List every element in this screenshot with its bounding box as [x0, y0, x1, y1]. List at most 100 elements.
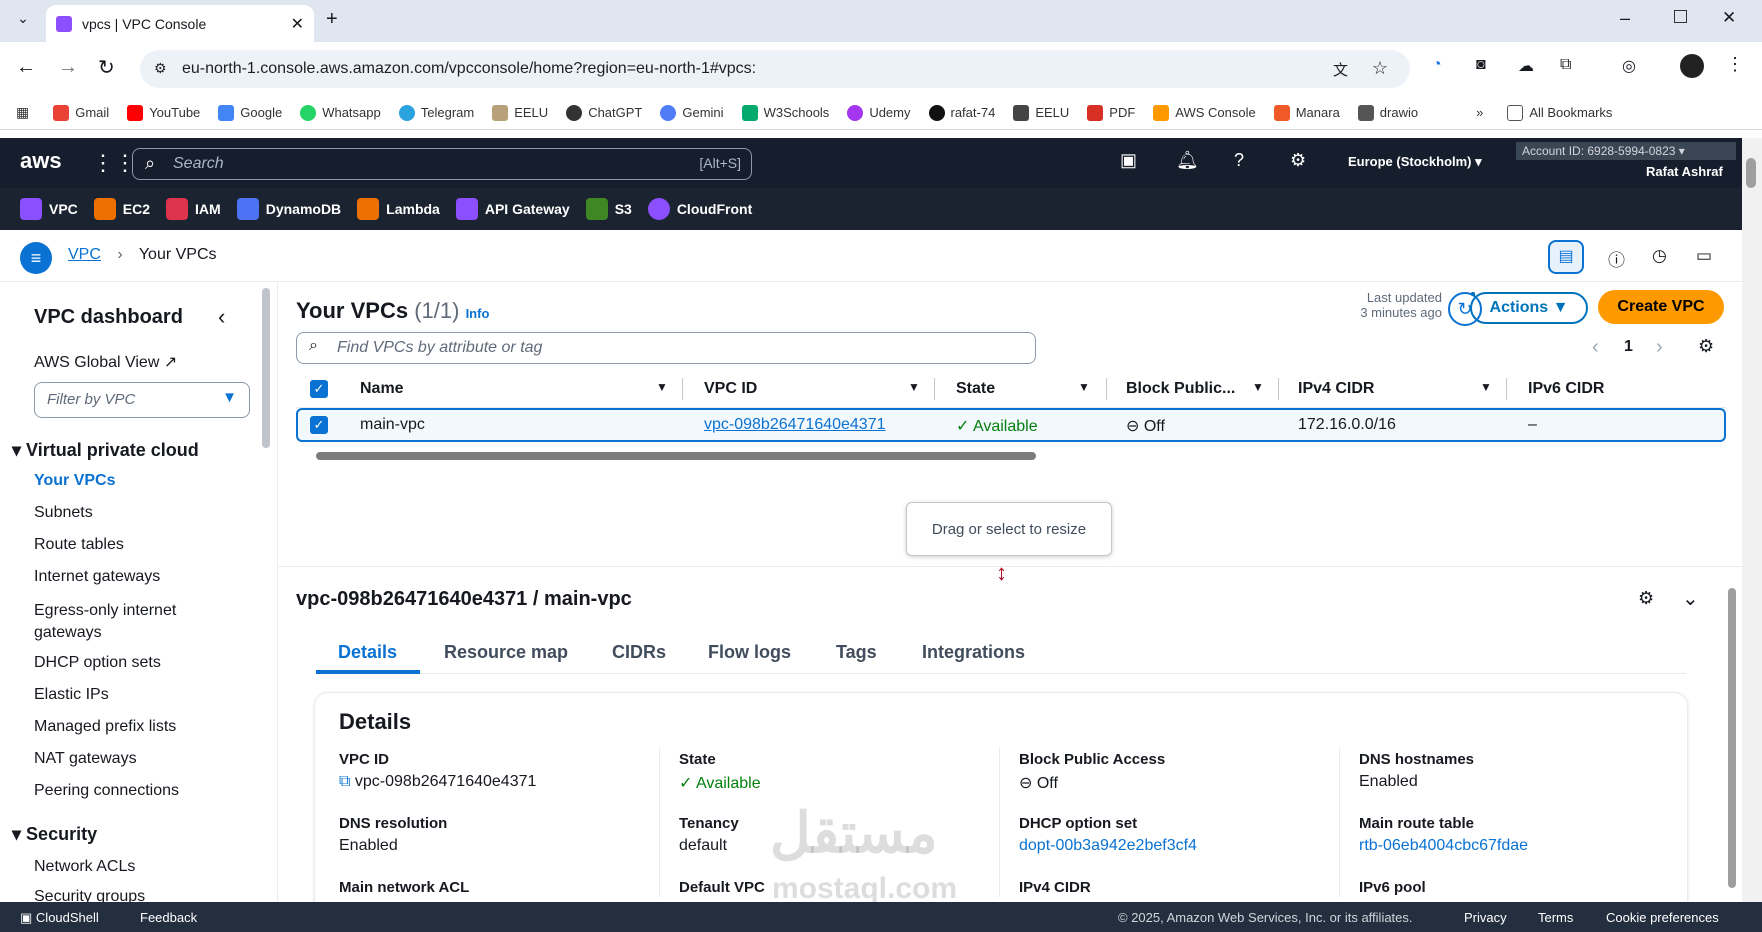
minimize-icon[interactable]: –	[1620, 8, 1630, 29]
sidebar-scrollbar[interactable]	[262, 288, 270, 448]
bookmark-pdf[interactable]: PDF	[1087, 104, 1135, 121]
filter-by-vpc-select[interactable]: Filter by VPC ▼	[34, 382, 250, 418]
aws-logo[interactable]: aws	[20, 148, 62, 174]
sidebar-title[interactable]: VPC dashboard	[34, 306, 183, 329]
vpc-id-link[interactable]: vpc-098b26471640e4371	[704, 416, 886, 434]
feedback-screen-icon[interactable]: ▭	[1696, 246, 1712, 266]
settings-icon[interactable]: ⚙	[1290, 150, 1306, 171]
col-ipv6-cidr[interactable]: IPv6 CIDR	[1528, 380, 1604, 398]
all-bookmarks[interactable]: All Bookmarks	[1507, 104, 1612, 121]
services-grid-icon[interactable]: ⋮⋮	[92, 150, 136, 176]
menu-toggle-icon[interactable]: ≡	[20, 242, 52, 274]
service-iam[interactable]: IAM	[166, 198, 221, 220]
info-link[interactable]: Info	[466, 306, 490, 321]
service-vpc[interactable]: VPC	[20, 198, 78, 220]
tab-cidrs[interactable]: CIDRs	[612, 642, 666, 663]
sort-icon[interactable]: ▼	[1252, 380, 1264, 394]
bookmark-gemini[interactable]: Gemini	[660, 104, 724, 121]
collapse-panel-icon[interactable]: ⌄	[1682, 586, 1699, 611]
notifications-icon[interactable]: 🔔︎	[1176, 150, 1199, 171]
find-vpcs-input[interactable]: ⌕ Find VPCs by attribute or tag	[296, 332, 1036, 364]
aws-search-input[interactable]: ⌕ Search [Alt+S]	[132, 148, 752, 180]
service-cloudfront[interactable]: CloudFront	[647, 198, 752, 220]
tab-tags[interactable]: Tags	[836, 642, 877, 663]
bookmark-gmail[interactable]: Gmail	[53, 104, 109, 121]
bookmark-google[interactable]: Google	[218, 104, 282, 121]
create-vpc-button[interactable]: Create VPC	[1598, 290, 1724, 324]
section-security[interactable]: ▾ Security	[12, 824, 97, 845]
split-divider[interactable]	[278, 566, 1742, 567]
profile-avatar[interactable]	[1680, 54, 1704, 78]
tab-details[interactable]: Details	[338, 642, 397, 663]
sort-icon[interactable]: ▼	[1480, 380, 1492, 394]
tab-flow-logs[interactable]: Flow logs	[708, 642, 791, 663]
browser-menu-icon[interactable]: ⋮	[1726, 54, 1744, 75]
account-id[interactable]: Account ID: 6928-5994-0823 ▾	[1516, 142, 1736, 160]
terms-link[interactable]: Terms	[1538, 910, 1573, 925]
service-ec2[interactable]: EC2	[93, 198, 150, 220]
table-preferences-icon[interactable]: ⚙	[1698, 336, 1714, 357]
sort-icon[interactable]: ▼	[656, 380, 668, 394]
cookie-preferences-link[interactable]: Cookie preferences	[1606, 910, 1719, 925]
help-icon[interactable]: ?	[1234, 150, 1244, 171]
forward-icon[interactable]: →	[58, 56, 78, 79]
maximize-icon[interactable]	[1674, 10, 1687, 23]
close-window-icon[interactable]: ✕	[1722, 8, 1736, 28]
service-s3[interactable]: S3	[585, 198, 632, 220]
bookmark-youtube[interactable]: YouTube	[127, 104, 200, 121]
translate-icon[interactable]: 文	[1333, 59, 1348, 80]
bookmark-telegram[interactable]: Telegram	[398, 104, 474, 121]
browser-tab[interactable]: vpcs | VPC Console ✕	[46, 5, 314, 42]
bookmark-whatsapp[interactable]: Whatsapp	[300, 104, 381, 121]
user-name[interactable]: Rafat Ashraf	[1646, 164, 1723, 179]
service-lambda[interactable]: Lambda	[357, 198, 440, 220]
scrollbar-thumb[interactable]	[1746, 158, 1756, 188]
bookmark-drawio[interactable]: drawio	[1357, 104, 1418, 121]
reload-icon[interactable]: ↻	[98, 55, 115, 80]
sidebar-item-route-tables[interactable]: Route tables	[34, 536, 124, 554]
bookmark-chatgpt[interactable]: ChatGPT	[566, 104, 642, 121]
aws-global-view-link[interactable]: AWS Global View ↗	[34, 352, 177, 372]
close-tab-icon[interactable]: ✕	[291, 14, 304, 34]
new-tab-icon[interactable]: +	[326, 8, 338, 31]
section-virtual-private-cloud[interactable]: ▾ Virtual private cloud	[12, 440, 199, 461]
bookmark-github[interactable]: rafat-74	[928, 104, 995, 121]
tab-integrations[interactable]: Integrations	[922, 642, 1025, 663]
site-info-icon[interactable]: ⚙	[154, 60, 167, 77]
col-ipv4-cidr[interactable]: IPv4 CIDR	[1298, 380, 1374, 398]
row-checkbox[interactable]: ✓	[310, 416, 328, 434]
bookmark-w3schools[interactable]: W3Schools	[741, 104, 829, 121]
service-api-gateway[interactable]: API Gateway	[455, 198, 570, 220]
privacy-link[interactable]: Privacy	[1464, 910, 1507, 925]
cloudshell-link[interactable]: ▣ CloudShell	[20, 910, 99, 926]
page-scrollbar[interactable]	[1742, 138, 1762, 902]
col-state[interactable]: State	[956, 380, 995, 398]
breadcrumb-vpc-link[interactable]: VPC	[68, 246, 101, 263]
next-page-icon[interactable]: ›	[1656, 336, 1663, 359]
col-block-public[interactable]: Block Public...	[1126, 380, 1235, 398]
apps-grid-icon[interactable]: ▦	[16, 104, 29, 121]
cloud-icon[interactable]: ☁	[1518, 56, 1534, 76]
vpc-name-cell[interactable]: main-vpc	[360, 416, 425, 434]
sidebar-item-your-vpcs[interactable]: Your VPCs	[34, 472, 116, 490]
sidebar-item-nat-gateways[interactable]: NAT gateways	[34, 750, 137, 768]
region-selector[interactable]: Europe (Stockholm) ▾	[1348, 154, 1482, 170]
more-bookmarks-icon[interactable]: »	[1476, 105, 1483, 120]
select-all-checkbox[interactable]: ✓	[310, 380, 328, 398]
bookmark-star-icon[interactable]: ☆	[1372, 58, 1388, 79]
detail-scrollbar[interactable]	[1728, 588, 1736, 888]
bookmark-aws-console[interactable]: AWS Console	[1153, 104, 1256, 121]
read-aloud-icon[interactable]: ◔	[1432, 56, 1442, 74]
bookmark-manara[interactable]: Manara	[1273, 104, 1340, 121]
url-field[interactable]: ⚙ eu-north-1.console.aws.amazon.com/vpcc…	[140, 50, 1410, 88]
sidebar-item-security-groups[interactable]: Security groups	[34, 888, 145, 902]
profile-sync-icon[interactable]: ◎	[1622, 56, 1636, 76]
panel-settings-icon[interactable]: ⚙	[1638, 588, 1654, 609]
sidebar-item-prefix-lists[interactable]: Managed prefix lists	[34, 718, 176, 736]
service-dynamodb[interactable]: DynamoDB	[236, 198, 341, 220]
bookmark-eelu[interactable]: EELU	[492, 104, 548, 121]
tab-list-icon[interactable]: ⌄	[12, 10, 34, 32]
table-row[interactable]: ✓ main-vpc vpc-098b26471640e4371 ✓ Avail…	[296, 408, 1726, 442]
sort-icon[interactable]: ▼	[908, 380, 920, 394]
actions-button[interactable]: Actions ▼	[1470, 292, 1588, 324]
